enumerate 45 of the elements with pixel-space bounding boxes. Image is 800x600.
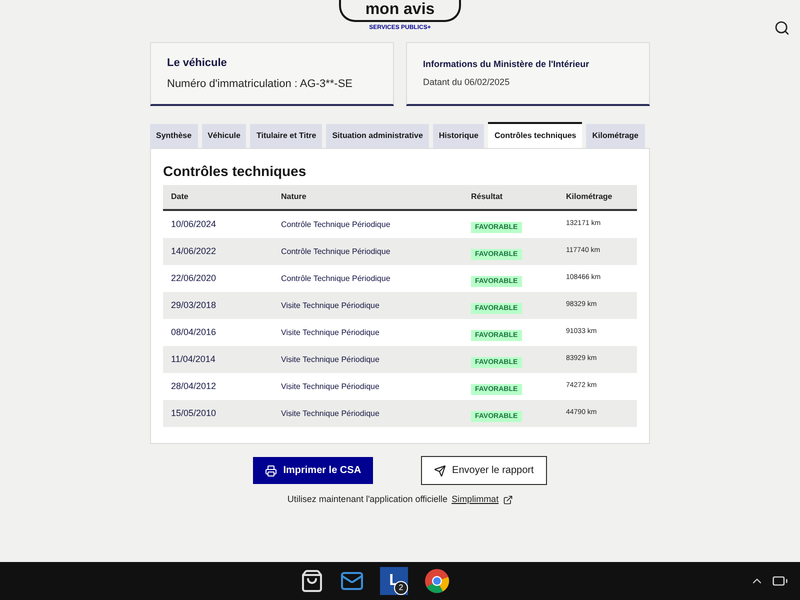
nature-cell-text: Visite Technique Périodique [280,380,380,392]
tab[interactable]: Kilométrage [586,124,644,148]
printer-icon [265,464,278,476]
plate-number: Numéro d'immatriculation : AG-3**-SE [167,76,354,92]
nature-cell-text: Visite Technique Périodique [280,354,380,366]
nature-cell-text: Contrôle Technique Périodique [280,246,392,258]
date-cell-text: 28/04/2012 [170,380,218,393]
date-cell-text: 29/03/2018 [170,298,218,312]
nature-cell-text: Visite Technique Périodique [280,408,380,420]
card-title: Le véhicule [167,56,228,71]
tab[interactable]: Contrôles techniques [488,122,582,148]
tab[interactable]: Titulaire et Titre [250,124,322,148]
nature-cell-text: Contrôle Technique Périodique [280,218,392,230]
date-cell-text: 08/04/2016 [170,326,218,339]
date-cell-text: 14/06/2022 [170,244,218,258]
date-cell-text: 10/06/2024 [170,218,218,231]
footer-text: Utilisez maintenant l'application officielle [287,493,448,506]
date-text: Datant du 06/02/2025 [423,76,511,88]
nature-cell-text: Visite Technique Périodique [280,300,380,312]
date-cell-text: 15/05/2010 [170,406,218,420]
send-button[interactable]: Envoyer le rapport [421,456,547,485]
column-header: Kilométrage [565,191,614,203]
date-cell-text: 22/06/2020 [170,272,218,285]
feedback-button[interactable]: mon avis [339,0,461,22]
tab[interactable]: Historique [432,124,484,148]
column-header: Date [170,191,190,203]
nature-cell-text: Visite Technique Périodique [280,326,380,338]
tab[interactable]: Véhicule [202,124,246,148]
nature-cell-text: Contrôle Technique Périodique [280,272,392,284]
print-button[interactable]: Imprimer le CSA [253,457,374,484]
column-header: Résultat [470,191,504,203]
simplimmat-link[interactable]: Simplimmat [452,493,499,506]
browser-icon[interactable] [424,568,450,594]
card-title: Informations du Ministère de l'Intérieur [423,58,590,71]
tab[interactable]: Situation administrative [326,124,429,148]
bag-icon[interactable] [300,569,324,593]
column-header: Nature [280,191,308,203]
mail-icon[interactable] [340,569,364,593]
date-cell-text: 11/04/2014 [170,352,216,366]
notification-badge: 2 [394,581,408,595]
tab[interactable]: Synthèse [150,124,198,148]
send-icon [434,464,446,476]
search-icon[interactable] [774,20,790,36]
section-title: Contrôles techniques [163,162,308,181]
external-link-icon [502,494,513,505]
